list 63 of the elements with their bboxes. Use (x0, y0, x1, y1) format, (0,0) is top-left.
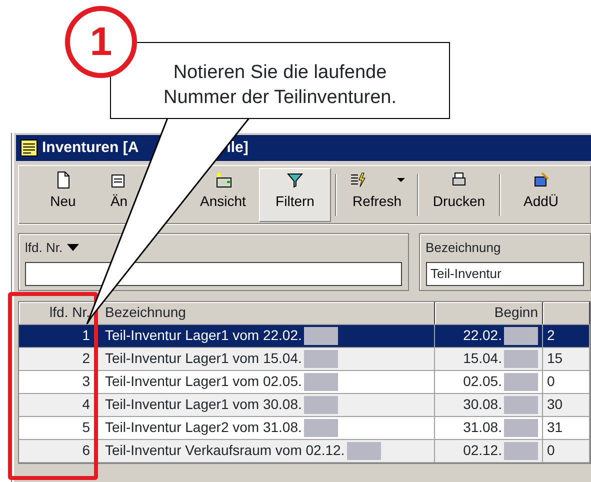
table-cell: 3 (19, 370, 95, 392)
table-cell-text: 30.08. (463, 395, 502, 414)
refresh-icon (349, 171, 367, 189)
table-cell-text: 31.08. (463, 418, 502, 437)
table-row[interactable]: 6 Teil-Inventur Verkaufsraum vom 02.12. 02.12. 0 (19, 440, 590, 462)
table-cell: 15 (543, 348, 590, 370)
caret-icon[interactable] (66, 244, 79, 252)
table-row[interactable]: 4 Teil-Inventur Lager1 vom 30.08. 30.08. 30 (19, 394, 590, 416)
filter-label: lfd. Nr. (25, 239, 63, 257)
blurred-block (504, 350, 538, 368)
filter-icon (286, 171, 304, 189)
filter-label: Bezeichnung (426, 239, 501, 257)
table-cell-text: Teil-Inventur Lager1 vom 22.02. (105, 326, 302, 345)
blurred-block (304, 418, 338, 436)
table-cell: 5 (19, 416, 95, 438)
table-cell: 30 (543, 394, 590, 416)
table-cell: 1 (19, 324, 95, 346)
callout-text: Notieren Sie die laufende Nummer der Teilinventuren. (110, 42, 450, 119)
table-cell-text: 02.05. (463, 372, 502, 391)
window-title: ile] (226, 138, 248, 158)
blurred-block (304, 372, 338, 390)
caret-icon[interactable] (397, 178, 405, 182)
table-cell: 6 (19, 440, 95, 462)
table-cell: 0 (543, 440, 590, 462)
step-number: 1 (65, 6, 137, 78)
filter-input[interactable]: Teil-Inventur (426, 262, 584, 286)
toolbar-button[interactable]: Ansicht (187, 168, 259, 222)
toolbar-button[interactable]: Refresh (341, 168, 413, 222)
table-cell: 2 (19, 348, 95, 370)
table-cell-text: Teil-Inventur Lager1 vom 02.05. (105, 372, 302, 391)
window-title: Inventuren [A (42, 138, 139, 158)
filter-input[interactable] (25, 262, 402, 286)
table-cell-text: 22.02. (463, 326, 502, 345)
column-header (543, 302, 590, 324)
table-cell-text: 15.04. (463, 349, 502, 368)
blurred-block (504, 418, 538, 436)
blurred-block (504, 326, 538, 344)
table-cell-text: Teil-Inventur Lager1 vom 15.04. (105, 349, 302, 368)
blurred-block (504, 372, 538, 390)
table-row[interactable]: 2 Teil-Inventur Lager1 vom 15.04. 15.04. 15 (19, 348, 590, 370)
blurred-block (504, 442, 538, 460)
toolbar-button[interactable]: Drucken (423, 168, 495, 222)
view-icon (214, 171, 232, 189)
table-cell: 0 (543, 370, 590, 392)
table-cell: 2 (543, 324, 590, 346)
blurred-block (304, 326, 338, 344)
blurred-block (304, 396, 338, 414)
document-icon (20, 139, 38, 157)
blurred-block (346, 442, 381, 460)
table-cell-text: Teil-Inventur Verkaufsraum vom 02.12. (105, 441, 345, 460)
table-cell-text: 02.12. (463, 441, 502, 460)
table-cell: 31 (543, 416, 590, 438)
column-header[interactable]: Beginn (435, 302, 543, 324)
toolbar-button[interactable]: AddÜ (505, 168, 577, 222)
toolbar-button[interactable]: Neu (35, 168, 91, 222)
blurred-block (304, 350, 338, 368)
table-cell-text: Teil-Inventur Lager2 vom 31.08. (105, 418, 302, 437)
toolbar-button[interactable]: Filtern (259, 168, 331, 222)
table-cell-text: Teil-Inventur Lager1 vom 30.08. (105, 395, 302, 414)
blurred-block (504, 396, 538, 414)
add-icon (532, 171, 550, 189)
table-row[interactable]: 1 Teil-Inventur Lager1 vom 22.02. 22.02. 2 (19, 324, 590, 348)
table-cell: 4 (19, 394, 95, 416)
